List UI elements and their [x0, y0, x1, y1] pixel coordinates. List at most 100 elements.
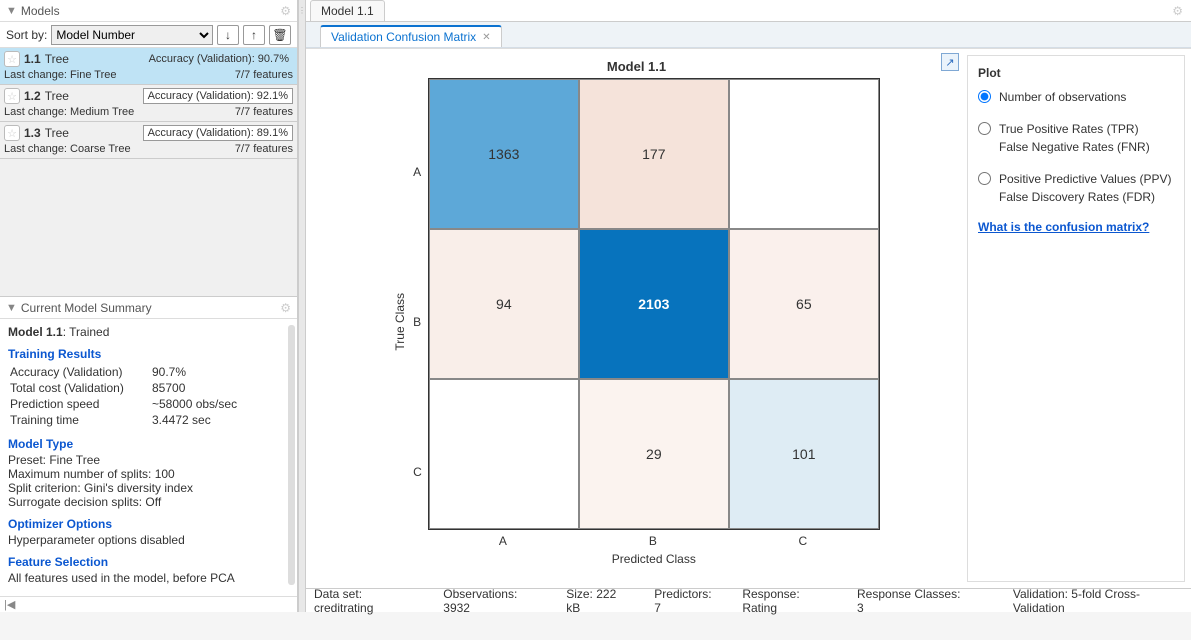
models-list: ☆1.1TreeAccuracy (Validation): 90.7%Last… [0, 48, 297, 296]
star-icon[interactable]: ☆ [4, 88, 20, 104]
matrix-cell-2-0 [429, 379, 579, 529]
radio-tpr-fnr[interactable] [978, 122, 991, 135]
model-id: 1.1 [24, 52, 41, 66]
chart-title: Model 1.1 [607, 59, 666, 74]
confusion-matrix: 13631779421036529101 [428, 78, 880, 530]
status-size: Size: 222 kB [566, 587, 630, 615]
model-features: 7/7 features [235, 106, 293, 118]
radio-ppv-fdr[interactable] [978, 172, 991, 185]
training-results-header: Training Results [8, 347, 289, 361]
models-panel-header[interactable]: ▼ Models ⚙ [0, 0, 297, 22]
model-item-1.1[interactable]: ☆1.1TreeAccuracy (Validation): 90.7%Last… [0, 48, 297, 85]
radio-tpr-label: True Positive Rates (TPR) [999, 120, 1150, 138]
accuracy-label: Accuracy (Validation) [10, 365, 150, 379]
star-icon[interactable]: ☆ [4, 125, 20, 141]
close-icon[interactable]: ✕ [482, 32, 490, 43]
matrix-cell-0-1: 177 [579, 79, 729, 229]
splits-text: Maximum number of splits: 100 [8, 467, 289, 481]
y-ticks: ABC [413, 97, 422, 547]
y-tick: C [413, 397, 422, 547]
matrix-cell-0-0: 1363 [429, 79, 579, 229]
status-validation: Validation: 5-fold Cross-Validation [1013, 587, 1183, 615]
sort-label: Sort by: [6, 28, 47, 42]
radio-observations[interactable] [978, 90, 991, 103]
model-item-1.2[interactable]: ☆ 1.2 TreeAccuracy (Validation): 92.1% Last… [0, 85, 297, 122]
status-predictors: Predictors: 7 [654, 587, 718, 615]
speed-value: ~58000 obs/sec [152, 397, 287, 411]
sort-select[interactable]: Model Number [51, 25, 213, 45]
status-response: Response: Rating [742, 587, 833, 615]
time-value: 3.4472 sec [152, 413, 287, 427]
radio-fdr-label: False Discovery Rates (FDR) [999, 188, 1172, 206]
radio-fnr-label: False Negative Rates (FNR) [999, 138, 1150, 156]
summary-model-label: Model 1.1 [8, 325, 63, 339]
matrix-cell-0-2 [729, 79, 879, 229]
sort-up-button[interactable]: ↑ [243, 25, 265, 45]
sub-tab-strip: Validation Confusion Matrix ✕ [306, 22, 1191, 48]
star-icon[interactable]: ☆ [4, 51, 20, 67]
tab-model-label: Model 1.1 [321, 4, 374, 18]
sort-row: Sort by: Model Number ↓ ↑ 🗑 [0, 22, 297, 48]
matrix-cell-2-2: 101 [729, 379, 879, 529]
gear-icon[interactable]: ⚙ [280, 4, 291, 18]
matrix-cell-1-1: 2103 [579, 229, 729, 379]
x-tick: C [728, 534, 878, 548]
status-bar: Data set: creditrating Observations: 393… [306, 588, 1191, 612]
time-label: Training time [10, 413, 150, 427]
gear-icon[interactable]: ⚙ [1172, 4, 1183, 18]
tab-confusion-label: Validation Confusion Matrix [331, 30, 476, 44]
sort-down-button[interactable]: ↓ [217, 25, 239, 45]
tab-model[interactable]: Model 1.1 [310, 0, 385, 21]
radio-ppv-label: Positive Predictive Values (PPV) [999, 170, 1172, 188]
optimizer-text: Hyperparameter options disabled [8, 533, 289, 547]
collapse-icon: ▼ [6, 5, 17, 17]
y-tick: B [413, 247, 422, 397]
y-tick: A [413, 97, 422, 247]
plot-options-panel: Plot Number of observations True Positiv… [967, 55, 1185, 582]
model-type: Tree [45, 89, 143, 103]
model-id: 1.3 [24, 126, 41, 140]
models-title: Models [21, 4, 280, 18]
document-tab-strip: Model 1.1 ⚙ [306, 0, 1191, 22]
x-ticks: ABC [428, 534, 880, 548]
criterion-text: Split criterion: Gini's diversity index [8, 481, 289, 495]
plot-options-title: Plot [978, 66, 1174, 80]
model-type: Tree [45, 126, 143, 140]
status-classes: Response Classes: 3 [857, 587, 965, 615]
accuracy-value: 90.7% [152, 365, 287, 379]
model-features: 7/7 features [235, 69, 293, 81]
status-observations: Observations: 3932 [443, 587, 542, 615]
preset-text: Preset: Fine Tree [8, 453, 289, 467]
model-type-header: Model Type [8, 437, 289, 451]
model-id: 1.2 [24, 89, 41, 103]
summary-panel-header[interactable]: ▼ Current Model Summary ⚙ [0, 297, 297, 319]
radio-observations-label: Number of observations [999, 88, 1126, 106]
model-features: 7/7 features [235, 143, 293, 155]
gear-icon[interactable]: ⚙ [280, 301, 291, 315]
collapse-icon: ▼ [6, 302, 17, 314]
cost-label: Total cost (Validation) [10, 381, 150, 395]
y-axis-label: True Class [393, 293, 407, 351]
model-type: Tree [45, 52, 145, 66]
tab-confusion-matrix[interactable]: Validation Confusion Matrix ✕ [320, 25, 502, 47]
x-tick: A [428, 534, 578, 548]
chart-container: ↗ Model 1.1 True Class ABC 1363177942103… [306, 49, 967, 588]
matrix-cell-2-1: 29 [579, 379, 729, 529]
status-dataset: Data set: creditrating [314, 587, 419, 615]
feature-text: All features used in the model, before P… [8, 571, 289, 585]
model-last-change: Last change: Coarse Tree [4, 143, 235, 155]
help-link[interactable]: What is the confusion matrix? [978, 220, 1174, 234]
model-accuracy: Accuracy (Validation): 92.1% [143, 88, 293, 104]
delete-button[interactable]: 🗑 [269, 25, 291, 45]
paginator[interactable]: |◀ [0, 596, 297, 612]
surrogate-text: Surrogate decision splits: Off [8, 495, 289, 509]
model-last-change: Last change: Medium Tree [4, 106, 235, 118]
model-last-change: Last change: Fine Tree [4, 69, 235, 81]
optimizer-header: Optimizer Options [8, 517, 289, 531]
pane-resize-handle[interactable]: ⋮ [298, 0, 306, 612]
matrix-cell-1-0: 94 [429, 229, 579, 379]
x-axis-label: Predicted Class [428, 552, 880, 566]
model-item-1.3[interactable]: ☆ 1.3 TreeAccuracy (Validation): 89.1% Last… [0, 122, 297, 159]
model-accuracy: Accuracy (Validation): 89.1% [143, 125, 293, 141]
export-icon[interactable]: ↗ [941, 53, 959, 71]
